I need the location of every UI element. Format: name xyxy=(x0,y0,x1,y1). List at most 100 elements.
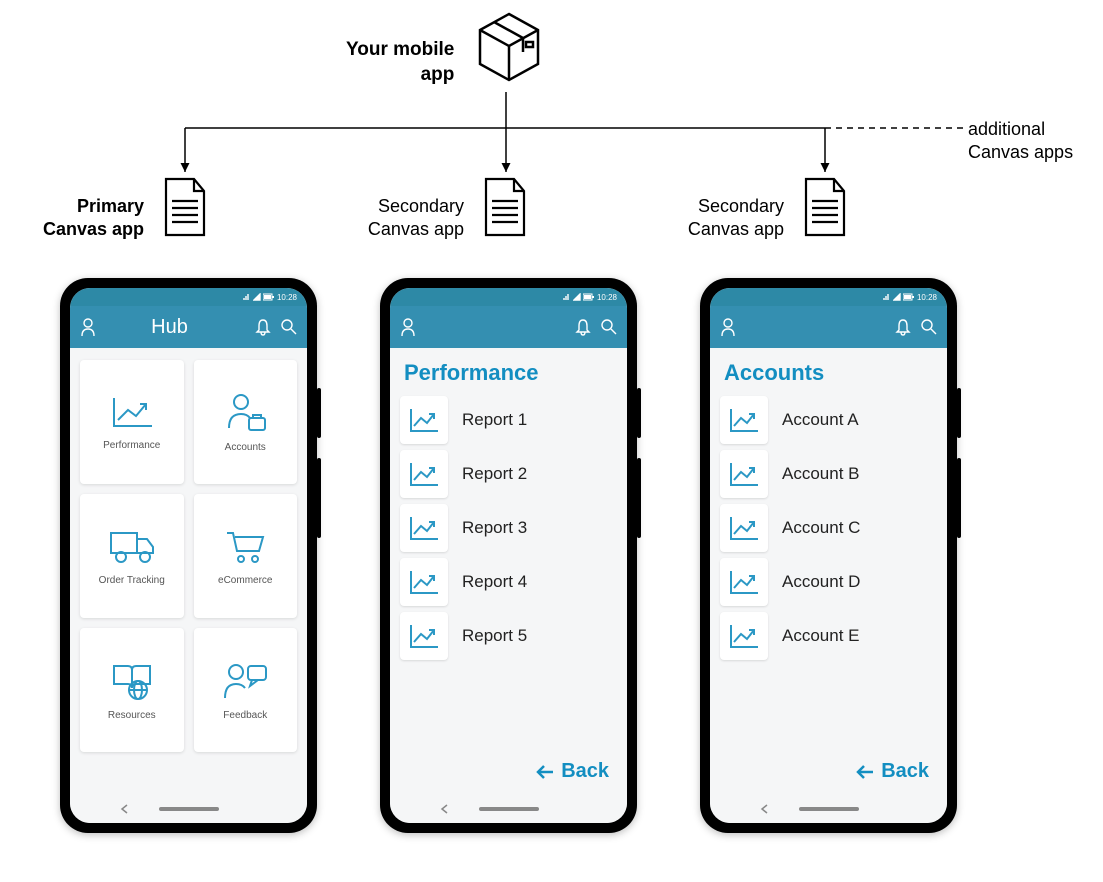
tile-ecommerce[interactable]: eCommerce xyxy=(194,494,298,618)
additional-apps-label: additionalCanvas apps xyxy=(968,118,1073,165)
bell-icon[interactable] xyxy=(575,318,591,336)
phone-performance: 10:28 Performance Report 1 Report 2 Repo… xyxy=(380,278,637,833)
list-item[interactable]: Account C xyxy=(720,504,937,552)
tile-order-tracking[interactable]: Order Tracking xyxy=(80,494,184,618)
list-item-label: Report 4 xyxy=(462,572,527,592)
battery-icon xyxy=(903,293,915,301)
secondary-canvas-label-2: SecondaryCanvas app xyxy=(664,195,784,242)
search-icon[interactable] xyxy=(601,319,617,335)
back-label: Back xyxy=(561,760,609,783)
list-item[interactable]: Account A xyxy=(720,396,937,444)
primary-canvas-label: PrimaryCanvas app xyxy=(24,195,144,242)
profile-icon[interactable] xyxy=(400,317,416,337)
list-item-label: Account D xyxy=(782,572,860,592)
chart-icon xyxy=(408,460,440,488)
chart-icon xyxy=(728,460,760,488)
person-chat-icon xyxy=(222,660,268,700)
status-time: 10:28 xyxy=(597,293,617,302)
status-bar: 10:28 xyxy=(70,288,307,306)
tile-performance[interactable]: Performance xyxy=(80,360,184,484)
list-item-label: Account A xyxy=(782,410,859,430)
person-briefcase-icon xyxy=(223,392,267,432)
status-bar: 10:28 xyxy=(710,288,947,306)
battery-icon xyxy=(583,293,595,301)
list-item-label: Report 3 xyxy=(462,518,527,538)
status-bar: 10:28 xyxy=(390,288,627,306)
list-item-label: Report 2 xyxy=(462,464,527,484)
top-label: Your mobileapp xyxy=(346,38,454,87)
bell-icon[interactable] xyxy=(255,318,271,336)
nav-back-icon[interactable] xyxy=(120,804,130,814)
nav-bar xyxy=(70,795,307,823)
list-item[interactable]: Account B xyxy=(720,450,937,498)
nav-bar xyxy=(390,795,627,823)
tile-label: Resources xyxy=(108,710,156,721)
chart-icon xyxy=(728,514,760,542)
header-bar: Hub xyxy=(70,306,307,348)
chart-icon xyxy=(408,514,440,542)
tile-label: Performance xyxy=(103,440,160,451)
status-time: 10:28 xyxy=(917,293,937,302)
tile-label: Feedback xyxy=(223,710,267,721)
nav-pill[interactable] xyxy=(159,807,219,811)
cart-icon xyxy=(223,527,267,565)
tile-resources[interactable]: Resources xyxy=(80,628,184,752)
battery-icon xyxy=(263,293,275,301)
chart-icon xyxy=(408,568,440,596)
document-icon xyxy=(158,175,210,239)
tile-label: Order Tracking xyxy=(99,575,165,586)
chart-icon xyxy=(110,394,154,430)
chart-icon xyxy=(728,568,760,596)
accounts-body: Accounts Account A Account B Account C A… xyxy=(710,348,947,823)
list-item-label: Account C xyxy=(782,518,860,538)
tile-feedback[interactable]: Feedback xyxy=(194,628,298,752)
list-item[interactable]: Report 2 xyxy=(400,450,617,498)
list-item-label: Report 1 xyxy=(462,410,527,430)
back-link[interactable]: Back xyxy=(535,760,609,783)
nav-bar xyxy=(710,795,947,823)
list-item[interactable]: Report 1 xyxy=(400,396,617,444)
search-icon[interactable] xyxy=(281,319,297,335)
header-bar xyxy=(710,306,947,348)
chart-icon xyxy=(408,622,440,650)
document-icon xyxy=(798,175,850,239)
header-title: Hub xyxy=(84,316,255,339)
list-item[interactable]: Report 3 xyxy=(400,504,617,552)
nav-pill[interactable] xyxy=(479,807,539,811)
page-title: Accounts xyxy=(720,360,937,386)
phone-hub: 10:28 Hub Performance Accounts xyxy=(60,278,317,833)
list-item[interactable]: Report 4 xyxy=(400,558,617,606)
nav-back-icon[interactable] xyxy=(760,804,770,814)
page-title: Performance xyxy=(400,360,617,386)
book-globe-icon xyxy=(108,660,156,700)
arrow-left-icon xyxy=(535,764,555,780)
status-time: 10:28 xyxy=(277,293,297,302)
arrow-left-icon xyxy=(855,764,875,780)
back-link[interactable]: Back xyxy=(855,760,929,783)
list-item-label: Account B xyxy=(782,464,860,484)
chart-icon xyxy=(728,622,760,650)
search-icon[interactable] xyxy=(921,319,937,335)
truck-icon xyxy=(107,527,157,565)
performance-body: Performance Report 1 Report 2 Report 3 R… xyxy=(390,348,627,823)
list-item[interactable]: Account D xyxy=(720,558,937,606)
list-item[interactable]: Report 5 xyxy=(400,612,617,660)
list-item-label: Report 5 xyxy=(462,626,527,646)
hub-body: Performance Accounts Order Tracking eCom… xyxy=(70,348,307,823)
list-item-label: Account E xyxy=(782,626,860,646)
nav-back-icon[interactable] xyxy=(440,804,450,814)
back-label: Back xyxy=(881,760,929,783)
tile-label: eCommerce xyxy=(218,575,272,586)
phone-accounts: 10:28 Accounts Account A Account B Accou… xyxy=(700,278,957,833)
profile-icon[interactable] xyxy=(720,317,736,337)
tile-accounts[interactable]: Accounts xyxy=(194,360,298,484)
list-item[interactable]: Account E xyxy=(720,612,937,660)
package-icon xyxy=(476,8,542,86)
secondary-canvas-label-1: SecondaryCanvas app xyxy=(344,195,464,242)
nav-pill[interactable] xyxy=(799,807,859,811)
chart-icon xyxy=(408,406,440,434)
header-bar xyxy=(390,306,627,348)
document-icon xyxy=(478,175,530,239)
tile-label: Accounts xyxy=(225,442,266,453)
bell-icon[interactable] xyxy=(895,318,911,336)
